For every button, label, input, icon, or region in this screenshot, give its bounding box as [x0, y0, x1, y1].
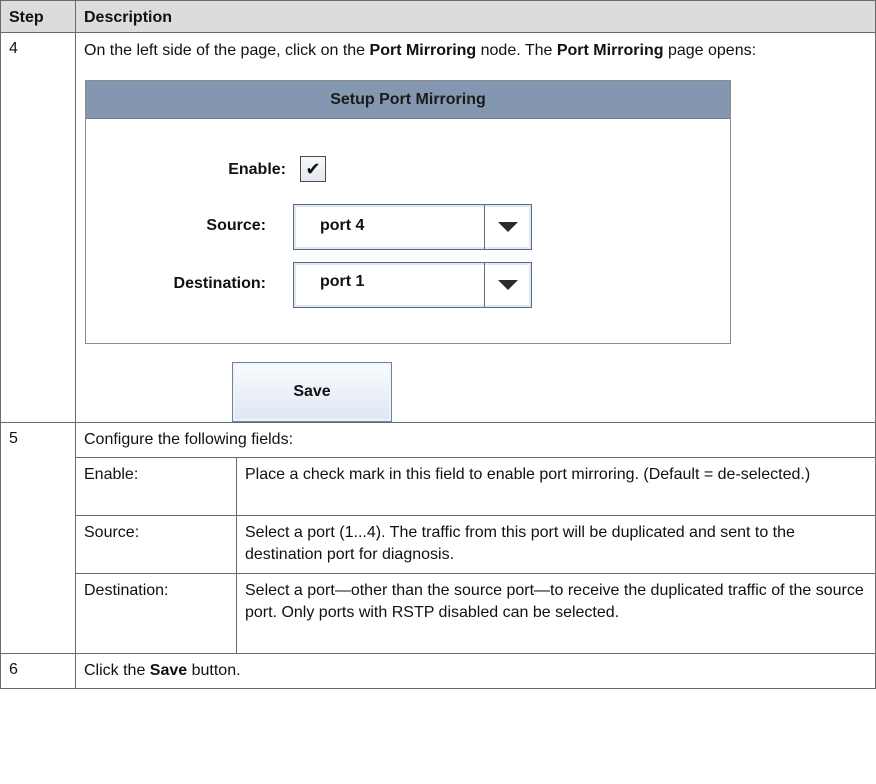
step-number-cell: 5 [0, 422, 76, 654]
table-row-step-5: 5 Configure the following fields: [0, 422, 876, 654]
destination-select[interactable]: port 1 [293, 262, 532, 308]
table-row-step-6: 6 Click the Save button. [0, 653, 876, 689]
header-description: Description [74, 0, 876, 33]
bold-term: Save [149, 662, 188, 679]
bold-term: Port Mirroring [556, 42, 664, 59]
field-desc-cell: Place a check mark in this field to enab… [235, 457, 876, 516]
text: page opens: [663, 42, 757, 59]
field-name: Source: [84, 524, 140, 541]
field-row-destination: Destination: Select a port—other than th… [1, 573, 876, 654]
panel-title: Setup Port Mirroring [86, 81, 730, 119]
step-number: 5 [9, 430, 18, 447]
header-step-label: Step [9, 9, 44, 26]
source-select[interactable]: port 4 [293, 204, 532, 250]
field-name: Destination: [84, 582, 169, 599]
field-desc-cell: Select a port—other than the source port… [235, 573, 876, 654]
source-value: port 4 [320, 217, 365, 234]
text: On the left side of the page, click on t… [84, 42, 370, 59]
table-row-step-4: 4 On the left side of the page, click on… [0, 32, 876, 423]
source-label: Source: [206, 217, 266, 234]
step-description: Configure the following fields: [84, 431, 294, 448]
field-name-cell: Source: [75, 515, 237, 574]
field-desc-cell: Select a port (1...4). The traffic from … [235, 515, 876, 574]
setup-port-mirroring-panel: Setup Port Mirroring Enable: ✔ Source: p… [85, 80, 731, 344]
enable-label: Enable: [228, 161, 286, 178]
field-name: Enable: [84, 466, 139, 483]
field-description: Select a port—other than the source port… [245, 582, 864, 621]
step-description: Click the Save button. [76, 654, 875, 688]
field-name-cell: Enable: [75, 457, 237, 516]
text: node. The [476, 42, 557, 59]
destination-value: port 1 [320, 273, 365, 290]
field-description: Place a check mark in this field to enab… [245, 466, 811, 483]
step-number: 4 [9, 40, 18, 57]
table-header-row: Step Description [0, 0, 876, 33]
save-button[interactable]: Save [232, 362, 392, 422]
step-number-cell: 6 [0, 653, 76, 689]
destination-dropdown-button[interactable] [484, 263, 531, 307]
step-description-cell: On the left side of the page, click on t… [74, 32, 876, 423]
triangle-down-icon [498, 280, 518, 290]
text: button. [187, 662, 241, 679]
step-description-cell: Click the Save button. [74, 653, 876, 689]
field-description: Select a port (1...4). The traffic from … [245, 524, 795, 563]
header-step: Step [0, 0, 76, 33]
enable-checkbox[interactable]: ✔ [300, 156, 326, 182]
header-description-label: Description [84, 9, 173, 26]
step-number: 6 [9, 661, 18, 678]
field-name-cell: Destination: [75, 573, 237, 654]
step-number-cell: 4 [0, 32, 76, 423]
destination-label: Destination: [173, 275, 266, 292]
step-description-cell: Configure the following fields: [74, 422, 876, 458]
checkmark-icon: ✔ [305, 159, 321, 179]
text: Click the [84, 662, 150, 679]
step-description: On the left side of the page, click on t… [76, 33, 875, 68]
field-row-enable: Enable: Place a check mark in this field… [1, 457, 876, 516]
bold-term: Port Mirroring [369, 42, 477, 59]
source-dropdown-button[interactable] [484, 205, 531, 249]
field-row-source: Source: Select a port (1...4). The traff… [1, 515, 876, 574]
steps-table: Step Description 4 On the left side of t… [0, 0, 876, 689]
triangle-down-icon [498, 222, 518, 232]
